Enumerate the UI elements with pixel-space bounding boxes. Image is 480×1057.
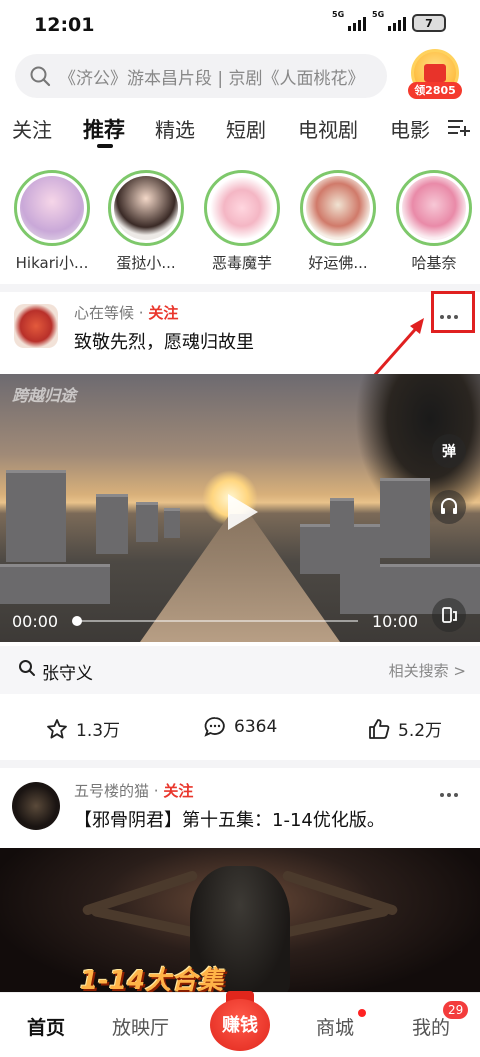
signal-label: 5G xyxy=(372,10,385,19)
avatar[interactable] xyxy=(12,782,60,830)
avatar xyxy=(402,176,466,240)
video-player[interactable]: 1-14大合集 xyxy=(0,848,480,998)
reward-label: 领2805 xyxy=(408,82,462,99)
related-search-bar[interactable]: 张守义 相关搜索 > xyxy=(0,646,480,694)
nav-mall[interactable]: 商城 xyxy=(316,1013,354,1040)
nav-mine[interactable]: 我的 xyxy=(412,1013,450,1040)
bottom-nav: 首页 放映厅 赚钱 商城 我的 29 xyxy=(0,991,480,1057)
comment-icon xyxy=(204,717,225,737)
like-count: 5.2万 xyxy=(398,721,443,741)
channel-tabs: 关注 推荐 精选 短剧 电视剧 电影 xyxy=(0,108,480,152)
story-item[interactable]: 好运佛... xyxy=(296,170,380,273)
avatar[interactable] xyxy=(14,304,58,348)
status-time: 12:01 xyxy=(34,14,95,36)
story-item[interactable]: 恶毒魔芋 xyxy=(200,170,284,273)
search-icon xyxy=(30,66,51,87)
story-item[interactable]: 哈基奈 xyxy=(392,170,476,273)
status-bar: 12:01 5G 5G 7 xyxy=(0,0,480,50)
headphones-icon[interactable] xyxy=(432,490,466,524)
follow-button[interactable]: 关注 xyxy=(163,782,193,800)
notification-dot xyxy=(358,1009,366,1017)
channel-menu-icon[interactable] xyxy=(446,116,470,138)
post-title[interactable]: 【邪骨阴君】第十五集：1-14优化版。 xyxy=(74,806,385,832)
nav-home[interactable]: 首页 xyxy=(27,1013,65,1040)
story-item[interactable]: Hikari小... xyxy=(10,170,94,273)
nav-earn[interactable]: 赚钱 xyxy=(208,991,272,1051)
signal-icon: 5G xyxy=(372,10,406,31)
video-watermark: 跨越归途 xyxy=(12,386,77,405)
duration: 10:00 xyxy=(372,612,419,631)
battery-icon: 7 xyxy=(412,14,446,32)
comment-count: 6364 xyxy=(234,717,278,737)
rotate-screen-icon[interactable] xyxy=(432,598,466,632)
tab-tv-series[interactable]: 电视剧 xyxy=(298,114,358,143)
tab-recommend[interactable]: 推荐 xyxy=(83,114,125,144)
story-name: 哈基奈 xyxy=(411,254,457,272)
post-header: 五号楼的猫 · 关注 【邪骨阴君】第十五集：1-14优化版。 xyxy=(0,772,480,842)
thumbs-up-icon xyxy=(369,718,390,739)
nav-earn-label: 赚钱 xyxy=(222,1015,258,1036)
reward-button[interactable]: 领2805 xyxy=(408,49,462,103)
post-author-line: 五号楼的猫 · 关注 xyxy=(74,782,194,800)
search-placeholder: 《济公》游本昌片段 | 京剧《人面桃花》 xyxy=(59,68,365,89)
story-name: 好运佛... xyxy=(308,254,368,272)
search-input[interactable]: 《济公》游本昌片段 | 京剧《人面桃花》 xyxy=(15,54,387,98)
post-title[interactable]: 致敬先烈，愿魂归故里 xyxy=(74,328,254,354)
post-actions: 1.3万 6364 5.2万 xyxy=(0,706,480,754)
story-name: 蛋挞小... xyxy=(116,254,176,272)
post-author-line: 心在等候 · 关注 xyxy=(74,304,179,322)
star-icon xyxy=(47,718,67,739)
tab-underline xyxy=(97,144,113,148)
divider xyxy=(0,760,480,768)
related-keyword[interactable]: 张守义 xyxy=(42,659,93,684)
progress-knob[interactable] xyxy=(72,616,82,626)
notification-badge: 29 xyxy=(443,1001,469,1019)
post-author[interactable]: 心在等候 xyxy=(74,304,134,322)
more-options-icon[interactable] xyxy=(432,782,466,808)
avatar xyxy=(306,176,370,240)
divider xyxy=(0,284,480,292)
story-item[interactable]: 蛋挞小... xyxy=(104,170,188,273)
story-row: Hikari小... 蛋挞小... 恶毒魔芋 好运佛... 哈基奈 xyxy=(0,170,480,282)
nav-cinema[interactable]: 放映厅 xyxy=(112,1013,169,1040)
comment-button[interactable]: 6364 xyxy=(204,716,277,738)
story-name: 恶毒魔芋 xyxy=(211,254,272,272)
play-icon[interactable] xyxy=(218,490,262,534)
favorite-count: 1.3万 xyxy=(76,721,121,741)
signal-icon: 5G xyxy=(332,10,366,31)
follow-button[interactable]: 关注 xyxy=(148,304,178,322)
progress-bar[interactable] xyxy=(72,616,358,626)
avatar xyxy=(20,176,84,240)
favorite-button[interactable]: 1.3万 xyxy=(46,716,120,741)
avatar xyxy=(114,176,178,240)
tab-featured[interactable]: 精选 xyxy=(155,114,195,143)
search-icon xyxy=(19,660,35,676)
post-author[interactable]: 五号楼的猫 xyxy=(74,782,149,800)
status-icons: 5G 5G 7 xyxy=(332,10,446,32)
tab-follow[interactable]: 关注 xyxy=(12,114,52,143)
tab-movie[interactable]: 电影 xyxy=(390,114,430,143)
related-search-link[interactable]: 相关搜索 > xyxy=(389,660,466,681)
danmaku-icon[interactable]: 弹 xyxy=(432,434,466,468)
like-button[interactable]: 5.2万 xyxy=(368,716,442,741)
story-name: Hikari小... xyxy=(15,254,89,272)
current-time: 00:00 xyxy=(12,612,59,631)
avatar xyxy=(210,176,274,240)
tab-short-drama[interactable]: 短剧 xyxy=(226,114,266,143)
video-player[interactable]: 跨越归途 弹 00:00 10:00 xyxy=(0,374,480,642)
signal-label: 5G xyxy=(332,10,345,19)
